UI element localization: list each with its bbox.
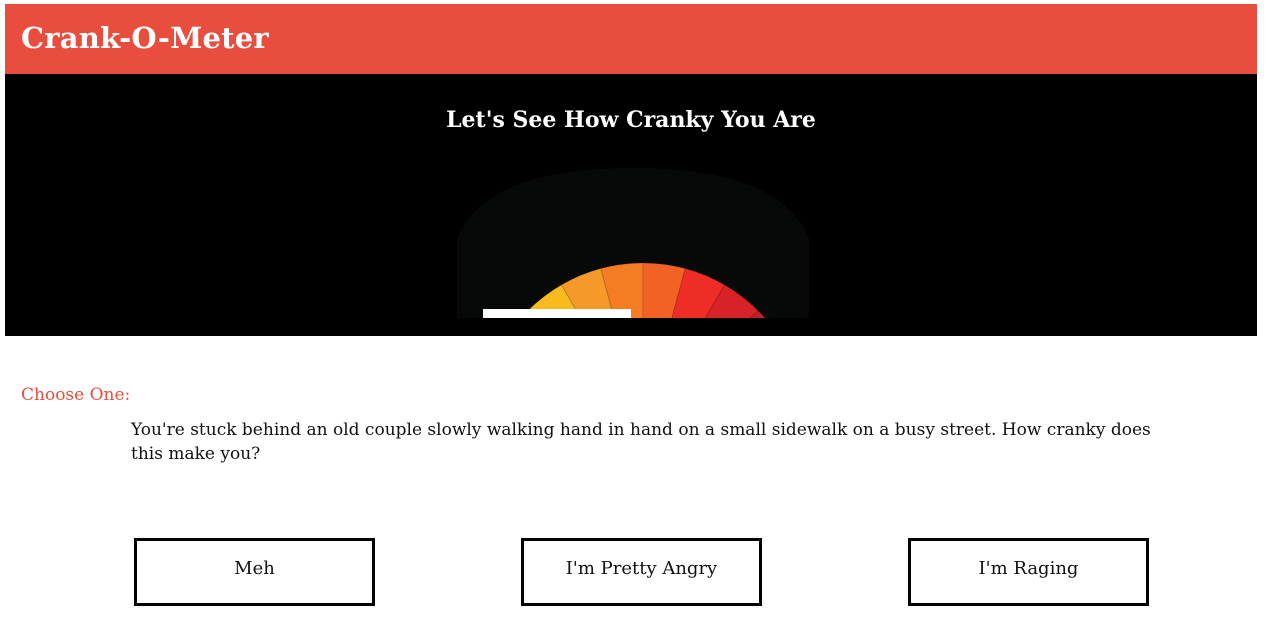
hero-panel: Let's See How Cranky You Are <box>5 74 1257 336</box>
choice-raging-button[interactable]: I'm Raging <box>908 538 1149 606</box>
choice-pretty-angry-button[interactable]: I'm Pretty Angry <box>521 538 762 606</box>
question-text: You're stuck behind an old couple slowly… <box>131 420 1151 464</box>
hero-title: Let's See How Cranky You Are <box>446 107 816 133</box>
crank-gauge <box>457 168 809 318</box>
choice-meh-button[interactable]: Meh <box>134 538 375 606</box>
gauge-needle <box>483 309 631 318</box>
choose-one-label: Choose One: <box>21 385 131 405</box>
crank-o-meter-page: Crank-O-Meter Let's See How Cranky You A… <box>0 0 1278 636</box>
app-title: Crank-O-Meter <box>21 21 269 55</box>
app-header: Crank-O-Meter <box>5 4 1257 74</box>
